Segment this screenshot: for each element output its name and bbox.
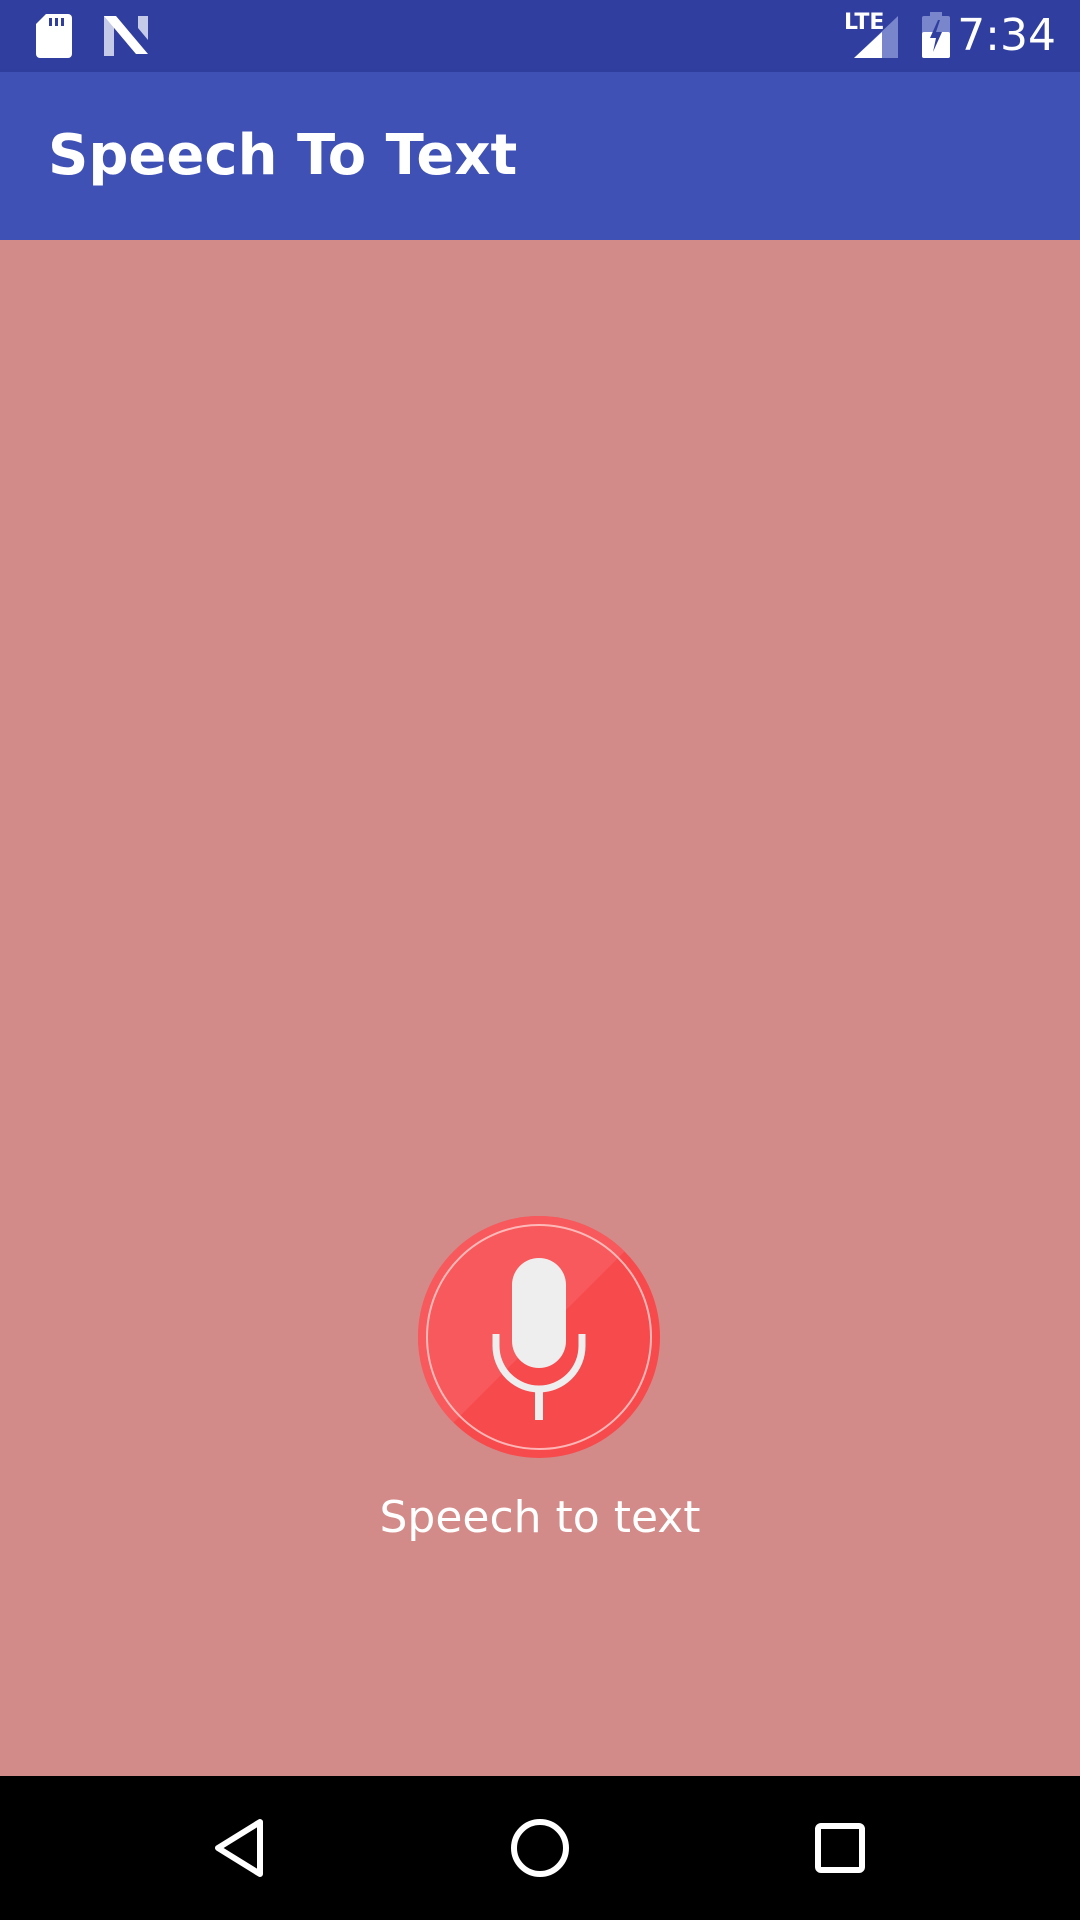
n-logo-icon (104, 16, 148, 56)
microphone-icon (418, 1216, 660, 1458)
recents-icon[interactable] (792, 1800, 888, 1896)
home-icon[interactable] (492, 1800, 588, 1896)
app-title: Speech To Text (48, 123, 518, 188)
clock: 7:34 (957, 10, 1056, 61)
app-bar: Speech To Text (0, 72, 1080, 240)
speech-to-text-button[interactable] (418, 1216, 660, 1458)
speech-to-text-label: Speech to text (379, 1492, 701, 1543)
battery-charging-icon (922, 12, 950, 58)
navigation-bar (0, 1776, 1080, 1920)
back-icon[interactable] (192, 1800, 288, 1896)
sd-card-icon (36, 14, 72, 58)
lte-signal-icon (854, 16, 898, 58)
status-bar: LTE 7:34 (0, 0, 1080, 72)
